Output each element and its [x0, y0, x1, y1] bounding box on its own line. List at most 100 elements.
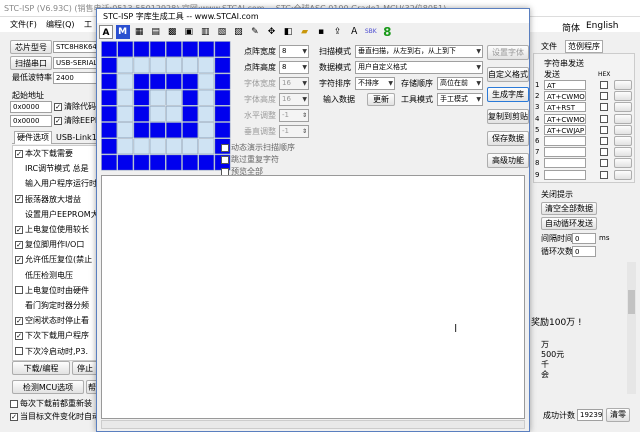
char-order-select[interactable]: 不排序 ▼	[355, 77, 395, 90]
dot-height-select[interactable]: 8 ▼	[279, 61, 309, 74]
fill-icon[interactable]: ▣	[182, 25, 196, 39]
send-row-button[interactable]	[614, 136, 632, 146]
output-hscrollbar[interactable]	[101, 420, 525, 429]
dot-cell[interactable]	[149, 89, 166, 106]
font-width-select[interactable]: 16 ▼	[279, 77, 309, 90]
dot-cell[interactable]	[182, 122, 198, 138]
dot-cell[interactable]	[117, 57, 134, 74]
scan-mode-select[interactable]: 垂直扫描，从左到右，从上到下 ▼	[355, 45, 483, 58]
grid-icon[interactable]: ▦	[132, 25, 146, 39]
dot-cell[interactable]	[149, 122, 166, 138]
send-row-button[interactable]	[614, 113, 632, 124]
dot-cell[interactable]	[182, 138, 198, 155]
dot-cell[interactable]	[198, 122, 215, 138]
auto-reload-check[interactable]: ✓ 当目标文件变化时自动	[10, 411, 100, 422]
send-string-input[interactable]: AT+CWJAP	[544, 124, 586, 135]
dot-cell[interactable]	[101, 122, 117, 138]
send-row-button[interactable]	[614, 102, 632, 113]
advanced-button[interactable]: 高级功能	[487, 153, 529, 168]
custom-format-button[interactable]: 自定义格式	[487, 67, 529, 82]
send-row-button[interactable]	[614, 124, 632, 135]
dot-matrix-grid[interactable]	[101, 41, 232, 172]
stop-button[interactable]: 停止	[72, 361, 98, 375]
dot-cell[interactable]	[166, 106, 182, 122]
dot-cell[interactable]	[214, 106, 231, 122]
skip-dup-check[interactable]: 跳过重复字符	[221, 154, 279, 165]
dot-cell[interactable]	[198, 106, 215, 122]
dot-cell[interactable]	[133, 154, 150, 171]
menu-english[interactable]: English	[586, 21, 619, 31]
dot-cell[interactable]	[117, 138, 134, 155]
send-row-button[interactable]	[614, 169, 632, 180]
dot-cell[interactable]	[214, 73, 231, 90]
dot-cell[interactable]	[149, 138, 166, 155]
pattern-icon[interactable]: ▨	[231, 25, 245, 39]
dot-cell[interactable]	[198, 154, 215, 171]
sbk-icon[interactable]: SBK	[364, 25, 378, 39]
pen-icon[interactable]: ✎	[248, 25, 262, 39]
dot-cell[interactable]	[198, 73, 215, 90]
interval-input[interactable]: 0	[572, 233, 596, 244]
text-icon[interactable]: Ａ	[347, 25, 361, 39]
checker-icon[interactable]: ▩	[165, 25, 179, 39]
dot-cell[interactable]	[101, 154, 117, 171]
move-icon[interactable]: ✥	[264, 25, 278, 39]
dot-cell[interactable]	[182, 106, 198, 122]
hex-checkbox[interactable]	[600, 103, 608, 112]
menu-file[interactable]: 文件(F)	[10, 19, 37, 30]
dot-cell[interactable]	[133, 41, 150, 57]
send-string-input[interactable]: AT+CWMODE	[544, 113, 586, 124]
pixel-icon[interactable]: ▧	[215, 25, 229, 39]
dot-cell[interactable]	[166, 154, 182, 171]
dot-cell[interactable]	[166, 73, 182, 90]
dot-cell[interactable]	[149, 73, 166, 90]
clear-count-button[interactable]: 清零	[606, 408, 630, 422]
dot-cell[interactable]	[149, 41, 166, 57]
cycle-input[interactable]: 0	[572, 246, 596, 257]
menu-program[interactable]: 编程(Q)	[46, 19, 75, 30]
dot-cell[interactable]	[198, 41, 215, 57]
save-data-button[interactable]: 保存数据	[487, 131, 529, 146]
right-scrollbar[interactable]	[627, 262, 636, 394]
send-string-input[interactable]	[544, 136, 586, 146]
dot-cell[interactable]	[117, 106, 134, 122]
send-string-input[interactable]	[544, 169, 586, 180]
clear-code-check[interactable]: ✓ 清除代码	[54, 101, 96, 112]
send-string-input[interactable]	[544, 158, 586, 169]
dot-cell[interactable]	[214, 122, 231, 138]
dot-cell[interactable]	[166, 89, 182, 106]
invert-icon[interactable]: ◧	[281, 25, 295, 39]
tab-file[interactable]: 文件	[541, 41, 557, 52]
font-height-select[interactable]: 16 ▼	[279, 93, 309, 106]
dot-cell[interactable]	[214, 89, 231, 106]
scrollbar-thumb[interactable]	[628, 290, 635, 314]
hardware-option-item[interactable]: ✓ 空闲状态时停止看	[15, 315, 89, 326]
dot-cell[interactable]	[198, 89, 215, 106]
anim-scan-check[interactable]: 动态演示扫描顺序	[221, 142, 295, 153]
copy-clipboard-button[interactable]: 复制到剪贴板	[487, 109, 529, 124]
data-mode-select[interactable]: 用户自定义格式 ▼	[355, 61, 483, 74]
v-adjust-spinner[interactable]: -1 ⇕	[279, 125, 309, 138]
export-icon[interactable]: ⇪	[331, 25, 345, 39]
dot-cell[interactable]	[182, 41, 198, 57]
dot-cell[interactable]	[133, 73, 150, 90]
hex-checkbox[interactable]	[600, 170, 608, 179]
dot-cell[interactable]	[214, 41, 231, 57]
dot-cell[interactable]	[133, 138, 150, 155]
dot-cell[interactable]	[133, 106, 150, 122]
dot-cell[interactable]	[101, 73, 117, 90]
dot-cell[interactable]	[133, 89, 150, 106]
baud-select[interactable]: 2400	[53, 72, 98, 84]
output-text-area[interactable]: I	[101, 175, 525, 419]
hardware-option-item[interactable]: ✓ 上电复位使用较长	[15, 224, 89, 235]
hex-checkbox[interactable]	[600, 137, 608, 145]
hex-checkbox[interactable]	[600, 125, 608, 134]
storage-order-select[interactable]: 高位在前 ▼	[437, 77, 483, 90]
hardware-option-item[interactable]: 上电复位时由硬件	[15, 285, 89, 296]
dot-cell[interactable]	[182, 154, 198, 171]
shade-icon[interactable]: ▥	[198, 25, 212, 39]
start-addr-input-2[interactable]: 0x0000	[10, 115, 52, 127]
port-select[interactable]: USB-SERIAL	[53, 57, 98, 69]
tab-usb-link[interactable]: USB-Link1	[56, 132, 97, 143]
hex-checkbox[interactable]	[600, 114, 608, 123]
